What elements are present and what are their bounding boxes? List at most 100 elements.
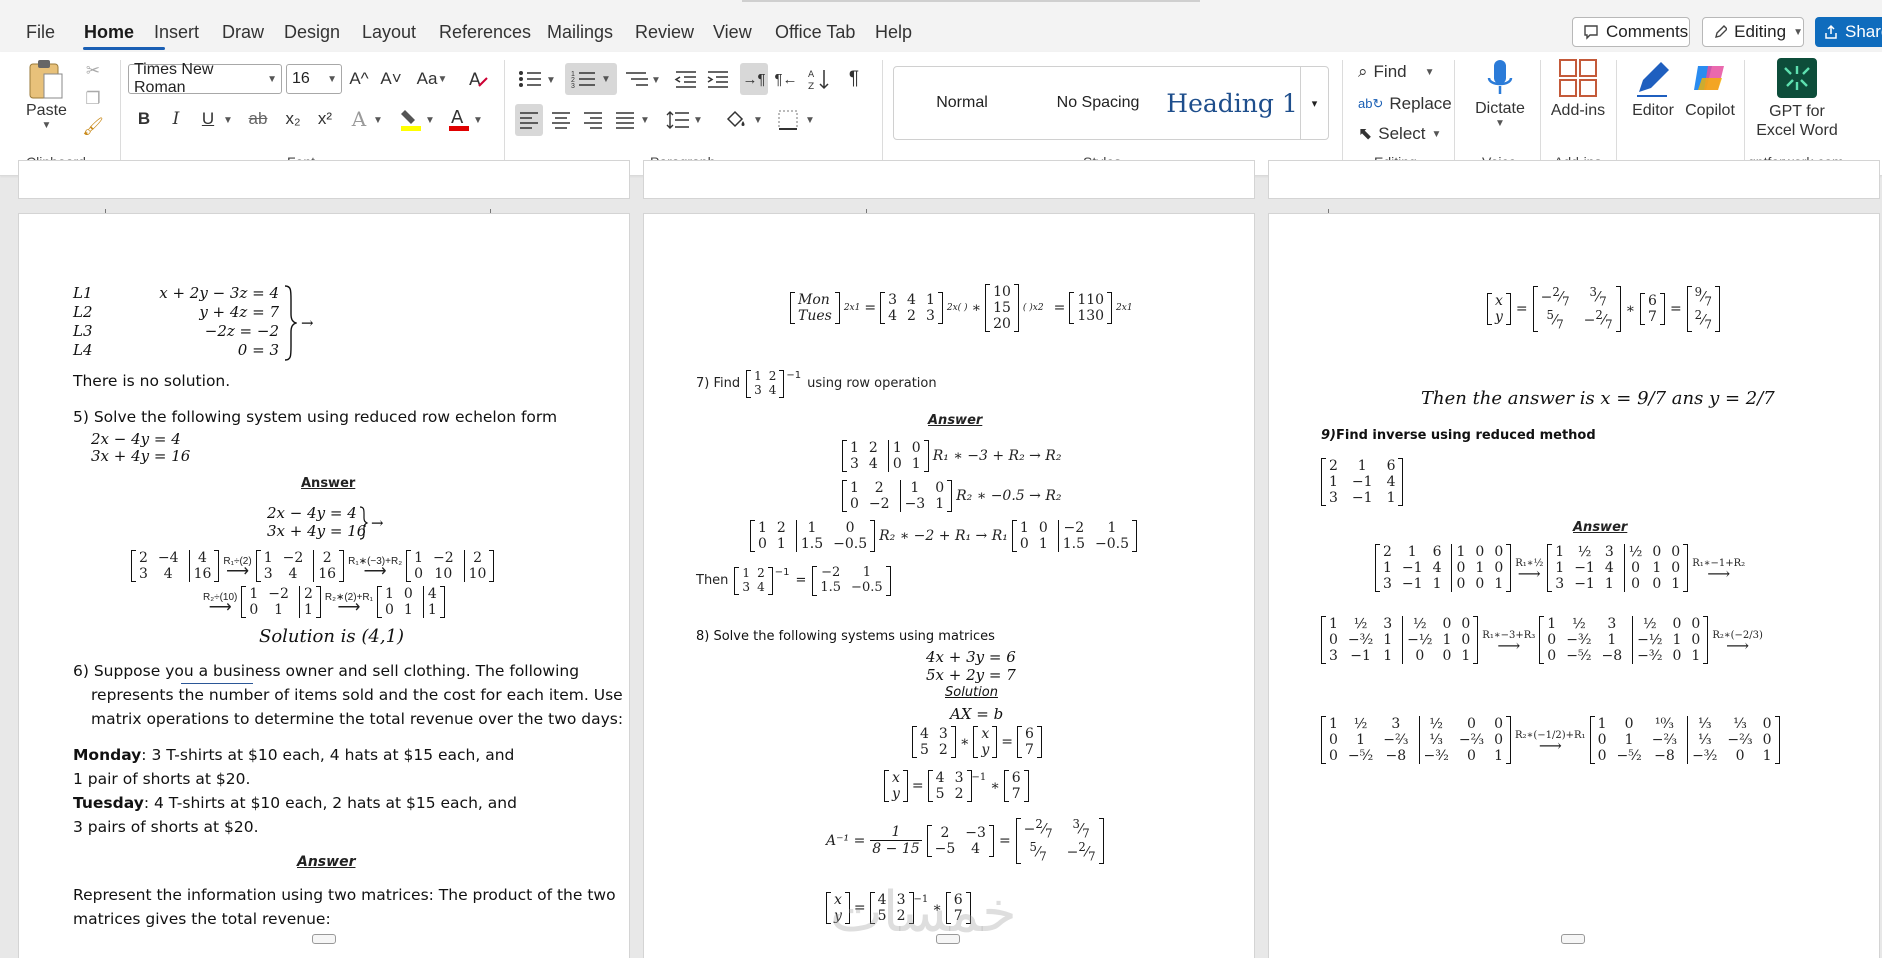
line-spacing-icon[interactable] <box>664 104 692 136</box>
gpt-logo-icon <box>1777 58 1817 98</box>
menu-design[interactable]: Design <box>284 22 340 43</box>
matrix-equation: 4532 ∗ xy = 67 <box>912 726 1042 759</box>
italic-button[interactable]: I <box>164 106 188 132</box>
menu-insert[interactable]: Insert <box>154 22 199 43</box>
superscript-button[interactable]: x² <box>312 106 338 132</box>
menu-layout[interactable]: Layout <box>362 22 416 43</box>
share-button[interactable]: Share <box>1815 17 1882 47</box>
text-effects-button[interactable]: A <box>346 106 372 132</box>
underline-button[interactable]: U <box>196 106 220 132</box>
shading-icon[interactable] <box>722 104 750 136</box>
menu-view[interactable]: View <box>713 22 752 43</box>
q8-equation-2: 5x + 2y = 7 <box>926 666 1016 684</box>
row-op-arrow: R₁∗−1+R₂ ⟶ <box>1692 557 1746 583</box>
menu-help[interactable]: Help <box>875 22 912 43</box>
document-page-3[interactable]: xy = −2⁄7 5⁄7 3⁄7 −2⁄7 ∗ 67 = 9⁄7 2⁄7 Then t… <box>1268 213 1880 958</box>
comments-button[interactable]: Comments <box>1572 17 1690 47</box>
copilot-button[interactable]: Copilot <box>1682 58 1738 120</box>
augmented-matrix: 1 0 0 ½ −³⁄₂ −⁵⁄₂ 3 1 −8 ½ −½ −³⁄₂ 0 1 0 0 0 1 <box>1539 616 1709 665</box>
svg-text:A: A <box>451 107 464 128</box>
chevron-down-icon[interactable]: ▼ <box>692 108 704 132</box>
matrix: 1324 <box>734 566 773 595</box>
matrix: 4532 <box>927 770 972 803</box>
menu-review[interactable]: Review <box>635 22 694 43</box>
align-center-icon[interactable] <box>547 104 575 136</box>
style-normal[interactable]: Normal <box>894 67 1030 139</box>
shrink-font-button[interactable]: A˅ <box>378 66 404 92</box>
chevron-down-icon[interactable]: ▼ <box>650 68 662 92</box>
change-case-button[interactable]: Aa ▼ <box>412 66 452 92</box>
menu-home[interactable]: Home <box>84 22 134 43</box>
strikethrough-button[interactable]: ab <box>244 106 272 132</box>
font-family-select[interactable]: Times New Roman ▼ <box>128 61 282 96</box>
bullets-icon[interactable] <box>515 64 545 94</box>
addins-button[interactable]: Add-ins <box>1548 58 1608 120</box>
chevron-down-icon[interactable]: ▼ <box>424 108 436 132</box>
bold-button[interactable]: B <box>132 106 156 132</box>
q9-text: Find inverse using reduced method <box>1336 428 1596 443</box>
cut-icon[interactable]: ✂ <box>82 60 104 82</box>
grow-font-button[interactable]: A^ <box>346 66 372 92</box>
chevron-down-icon[interactable]: ▼ <box>752 108 764 132</box>
question-6-line-3: matrix operations to determine the total… <box>91 710 624 728</box>
mon-label: Mon <box>798 292 830 309</box>
align-left-icon[interactable] <box>515 104 543 136</box>
replace-button[interactable]: ab↻ Replace <box>1358 92 1452 116</box>
rtl-text-icon[interactable]: ¶← <box>772 64 800 94</box>
matrix: 4532 <box>912 726 956 759</box>
gpt-for-excel-word-button[interactable]: GPT for Excel Word <box>1754 58 1840 140</box>
font-family-value: Times New Roman <box>134 61 214 96</box>
chevron-down-icon[interactable]: ▼ <box>639 108 651 132</box>
document-page-2[interactable]: Mon Tues 2x1 = 3 4 4 2 1 3 2x( ) ∗ 10 15 20( )x2 =… <box>643 213 1255 958</box>
menu-references[interactable]: References <box>439 22 531 43</box>
highlight-icon[interactable] <box>398 104 424 134</box>
numbering-icon[interactable]: 1 2 3 ▼ <box>565 63 617 95</box>
augmented-matrix: 2 3 −4 4 4 16 <box>131 550 220 583</box>
editor-button[interactable]: Editor <box>1626 58 1680 120</box>
editing-mode-button[interactable]: Editing ▼ <box>1702 17 1804 47</box>
watermark: خمسات <box>830 880 1017 945</box>
menu-mailings[interactable]: Mailings <box>547 22 613 43</box>
chevron-down-icon[interactable]: ▼ <box>222 108 234 132</box>
menu-draw[interactable]: Draw <box>222 22 264 43</box>
clear-formatting-icon[interactable]: A <box>464 66 492 92</box>
chevron-down-icon[interactable]: ▼ <box>545 68 557 92</box>
document-page-1[interactable]: L1 L2 L3 L4 x + 2y − 3z = 4 y + 4z = 7 −… <box>18 213 630 958</box>
copy-icon[interactable]: ❐ <box>82 88 104 110</box>
show-formatting-icon[interactable]: ¶ <box>840 64 868 94</box>
matrix: Mon Tues <box>790 292 840 325</box>
font-size-select[interactable]: 16 ▼ <box>286 64 342 94</box>
matrix: 2 1 3 1 −1 −1 6 4 1 <box>1321 458 1404 507</box>
sort-icon[interactable]: AZ <box>806 64 834 94</box>
multilevel-list-icon[interactable] <box>622 64 652 94</box>
decrease-indent-icon[interactable] <box>672 64 700 94</box>
previous-page-bottom <box>18 160 630 199</box>
then-label: Then <box>696 573 729 589</box>
menu-file[interactable]: File <box>26 22 55 43</box>
justify-icon[interactable] <box>611 104 639 136</box>
increase-indent-icon[interactable] <box>704 64 732 94</box>
monday-line: Monday: 3 T-shirts at $10 each, 4 hats a… <box>73 746 514 764</box>
paste-button[interactable]: Paste ▼ <box>26 58 67 131</box>
chevron-down-icon[interactable]: ▼ <box>372 108 384 132</box>
select-button[interactable]: ⬉ Select ▼ <box>1358 122 1441 146</box>
align-right-icon[interactable] <box>579 104 607 136</box>
chevron-down-icon: ▼ <box>267 73 277 85</box>
subscript-button[interactable]: x₂ <box>280 106 306 132</box>
style-heading-1[interactable]: Heading 1 <box>1166 67 1298 139</box>
format-painter-icon[interactable]: 🖌 <box>82 116 104 138</box>
menu-office-tab[interactable]: Office Tab <box>775 22 855 43</box>
borders-icon[interactable] <box>774 104 802 136</box>
styles-more-icon[interactable]: ▾ <box>1300 67 1328 139</box>
solution-heading: Solution <box>945 685 998 700</box>
ltr-text-icon[interactable]: →¶ <box>740 63 768 95</box>
style-no-spacing[interactable]: No Spacing <box>1030 67 1166 139</box>
question-7: 7) Find 1 3 2 4 −1 using row operation <box>696 369 937 398</box>
chevron-down-icon[interactable]: ▼ <box>472 108 484 132</box>
dictate-button[interactable]: Dictate ▼ <box>1474 58 1526 129</box>
svg-text:Z: Z <box>808 82 814 91</box>
find-button[interactable]: ⌕ Find ▼ <box>1358 60 1435 84</box>
spellcheck-underline <box>181 683 253 684</box>
chevron-down-icon[interactable]: ▼ <box>804 108 816 132</box>
font-color-icon[interactable]: A <box>446 104 472 134</box>
